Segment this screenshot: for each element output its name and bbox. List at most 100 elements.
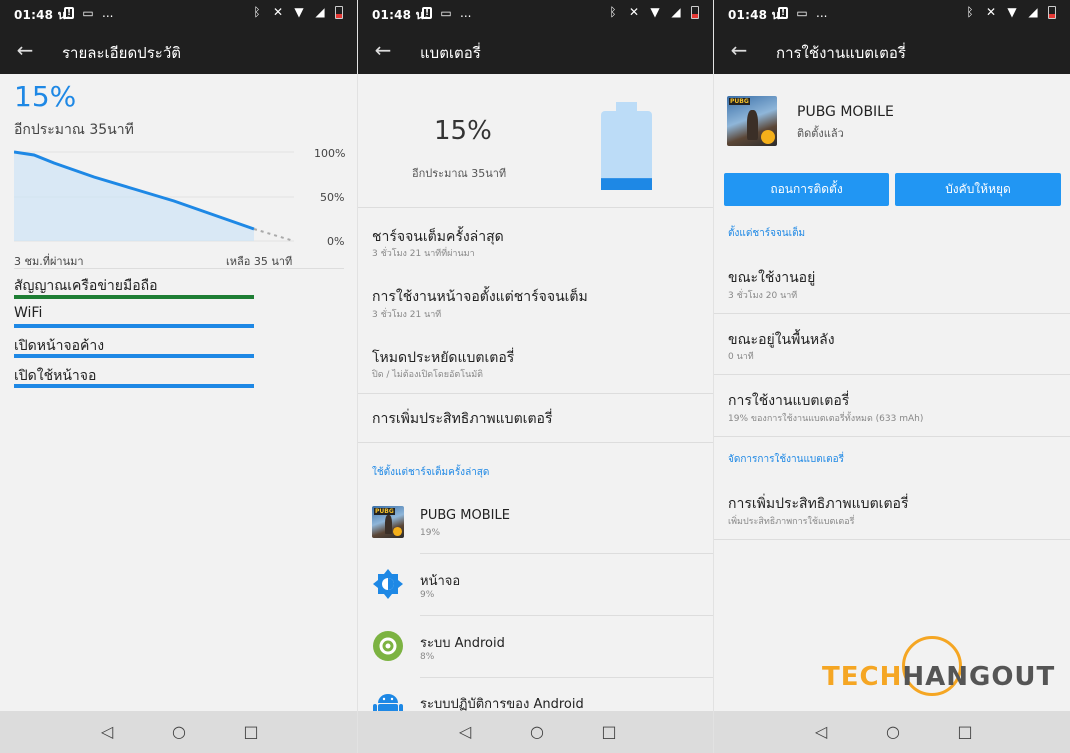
item-title: การใช้งานหน้าจอตั้งแต่ชาร์จจนเต็ม xyxy=(372,289,588,305)
y-tick-0: 0% xyxy=(327,235,345,248)
app-name: PUBG MOBILE xyxy=(797,104,894,120)
wifi-icon: ▼ xyxy=(650,5,660,19)
app-name: หน้าจอ xyxy=(420,574,461,589)
no-signal-icon: ◢ xyxy=(1028,5,1038,19)
status-right-icons: ᛒ ✕ ▼ ◢ xyxy=(607,6,699,19)
item-subtitle: 0 นาที xyxy=(728,352,754,362)
back-nav-icon[interactable]: ◁ xyxy=(810,721,832,743)
signal-bar-screen xyxy=(14,384,254,388)
alert-icon: ! xyxy=(64,7,74,19)
bluetooth-icon: ᛒ xyxy=(609,5,617,19)
navigation-bar: ◁ ○ □ xyxy=(358,711,713,753)
status-bar: 01:48 น. ! ▭ ... ᛒ ✕ ▼ ◢ xyxy=(358,0,713,28)
back-nav-icon[interactable]: ◁ xyxy=(454,721,476,743)
status-time: 01:48 น. xyxy=(372,8,429,22)
recents-nav-icon[interactable]: □ xyxy=(598,721,620,743)
item-subtitle: ปิด / ไม่ต้องเปิดโดยอัตโนมัติ xyxy=(372,370,484,380)
item-title: โหมดประหยัดแบตเตอรี่ xyxy=(372,350,515,366)
status-time: 01:48 น. xyxy=(728,8,785,22)
status-left-icons: ! ▭ ... xyxy=(64,6,113,20)
battery-icon xyxy=(691,6,699,19)
app-percent: 19% xyxy=(420,528,441,538)
signal-label-network: สัญญาณเครือข่ายมือถือ xyxy=(14,278,158,294)
status-bar: 01:48 น. ! ▭ ... ᛒ ✕ ▼ ◢ xyxy=(0,0,357,28)
section-header: จัดการการใช้งานแบตเตอรี่ xyxy=(728,454,845,465)
divider xyxy=(358,207,713,208)
divider xyxy=(420,553,713,554)
navigation-bar: ◁ ○ □ xyxy=(0,711,357,753)
battery-icon xyxy=(335,6,343,19)
signal-bar-network xyxy=(14,295,254,299)
page-title: รายละเอียดประวัติ xyxy=(62,44,181,62)
logo-text-tech: TECH xyxy=(822,662,903,692)
divider xyxy=(714,436,1070,437)
app-name: PUBG MOBILE xyxy=(420,508,510,523)
divider xyxy=(420,677,713,678)
back-arrow-icon[interactable]: ← xyxy=(14,39,36,61)
no-signal-icon: ◢ xyxy=(671,5,681,19)
signal-bar-wifi xyxy=(14,324,254,328)
battery-icon xyxy=(1048,6,1056,19)
uninstall-button[interactable]: ถอนการติดตั้ง xyxy=(724,173,889,206)
home-nav-icon[interactable]: ○ xyxy=(882,721,904,743)
more-notifications: ... xyxy=(460,6,472,20)
navigation-bar: ◁ ○ □ xyxy=(714,711,1070,753)
status-left-icons: ! ▭ ... xyxy=(422,6,471,20)
time-remaining: อีกประมาณ 35นาที xyxy=(412,167,507,180)
home-nav-icon[interactable]: ○ xyxy=(526,721,548,743)
battery-screen: 01:48 น. ! ▭ ... ᛒ ✕ ▼ ◢ ← แบตเตอรี่ 15%… xyxy=(357,0,713,753)
gamepad-icon: ▭ xyxy=(82,5,94,20)
item-title: ขณะใช้งานอยู่ xyxy=(728,270,816,286)
home-nav-icon[interactable]: ○ xyxy=(168,721,190,743)
battery-percent: 15% xyxy=(14,80,77,113)
app-percent: 9% xyxy=(420,590,435,600)
force-stop-button[interactable]: บังคับให้หยุด xyxy=(895,173,1061,206)
status-left-icons: ! ▭ ... xyxy=(778,6,827,20)
gamepad-icon: ▭ xyxy=(796,5,808,20)
recents-nav-icon[interactable]: □ xyxy=(954,721,976,743)
mute-icon: ✕ xyxy=(985,5,997,19)
item-title: ชาร์จจนเต็มครั้งล่าสุด xyxy=(372,229,504,245)
item-title: การเพิ่มประสิทธิภาพแบตเตอรี่ xyxy=(372,411,553,427)
wifi-icon: ▼ xyxy=(1007,5,1017,19)
page-title: แบตเตอรี่ xyxy=(420,44,481,62)
item-title: ขณะอยู่ในพื้นหลัง xyxy=(728,332,835,348)
item-subtitle: 3 ชั่วโมง 21 นาทีที่ผ่านมา xyxy=(372,249,475,259)
more-notifications: ... xyxy=(102,6,114,20)
app-percent: 8% xyxy=(420,652,435,662)
brightness-icon xyxy=(373,569,403,599)
no-signal-icon: ◢ xyxy=(315,5,325,19)
item-subtitle: เพิ่มประสิทธิภาพการใช้แบตเตอรี่ xyxy=(728,517,855,527)
recents-nav-icon[interactable]: □ xyxy=(240,721,262,743)
techhangout-logo: TECHHANGOUT xyxy=(822,636,1058,700)
item-subtitle: 3 ชั่วโมง 20 นาที xyxy=(728,291,798,301)
time-remaining: อีกประมาณ 35นาที xyxy=(14,122,134,138)
battery-history-screen: 01:48 น. ! ▭ ... ᛒ ✕ ▼ ◢ ← รายละเอียดประ… xyxy=(0,0,357,753)
android-system-icon xyxy=(373,631,403,661)
app-bar: ← รายละเอียดประวัติ xyxy=(0,28,357,74)
alert-icon: ! xyxy=(422,7,432,19)
section-header: ใช้ตั้งแต่ชาร์จเต็มครั้งล่าสุด xyxy=(372,467,490,478)
back-nav-icon[interactable]: ◁ xyxy=(96,721,118,743)
battery-level-icon xyxy=(601,102,652,190)
battery-cap xyxy=(616,102,637,111)
divider xyxy=(714,374,1070,375)
back-arrow-icon[interactable]: ← xyxy=(728,39,750,61)
battery-fill xyxy=(601,178,652,190)
divider xyxy=(714,539,1070,540)
status-time: 01:48 น. xyxy=(14,8,71,22)
app-bar: ← แบตเตอรี่ xyxy=(358,28,713,74)
battery-percent: 15% xyxy=(434,116,492,146)
app-install-status: ติดตั้งแล้ว xyxy=(797,127,844,140)
pubg-icon: PUBG xyxy=(372,506,404,538)
mute-icon: ✕ xyxy=(272,5,284,19)
divider xyxy=(420,615,713,616)
bluetooth-icon: ᛒ xyxy=(966,5,974,19)
gamepad-icon: ▭ xyxy=(440,5,452,20)
y-tick-100: 100% xyxy=(314,147,346,160)
battery-projection xyxy=(253,228,295,242)
divider xyxy=(358,393,713,394)
item-title: การใช้งานแบตเตอรี่ xyxy=(728,393,850,409)
section-header: ตั้งแต่ชาร์จจนเต็ม xyxy=(728,228,806,239)
back-arrow-icon[interactable]: ← xyxy=(372,39,394,61)
